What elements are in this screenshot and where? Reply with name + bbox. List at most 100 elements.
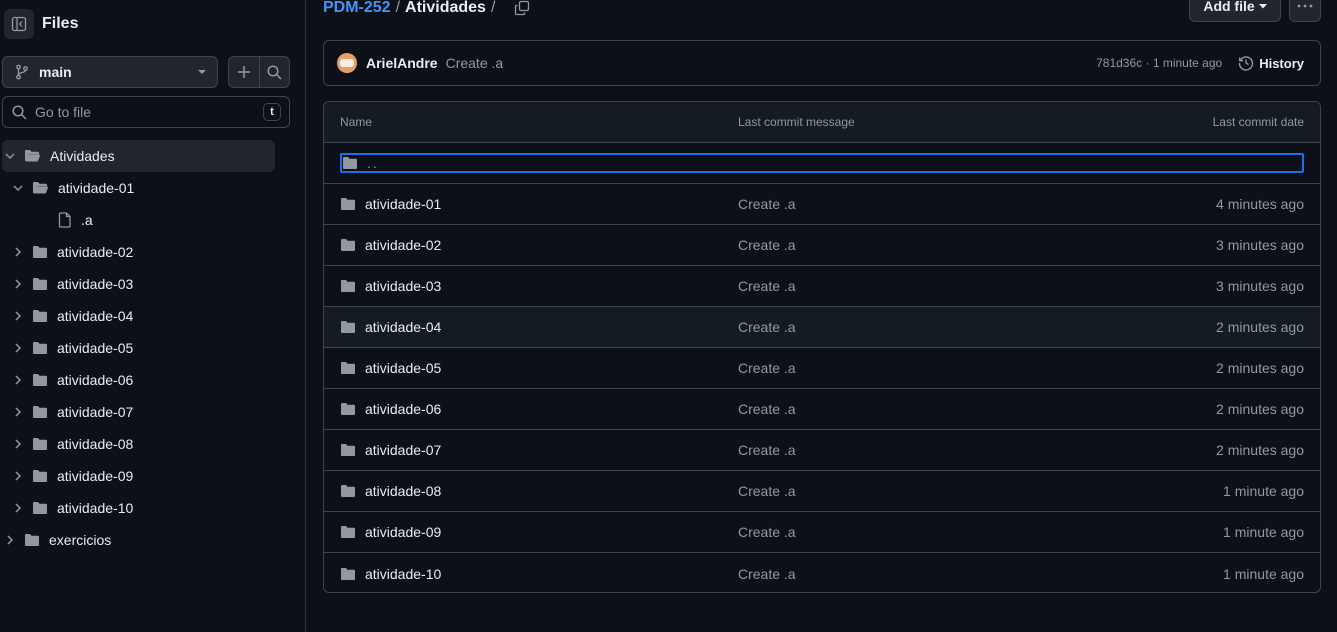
breadcrumb-separator: / [395, 0, 401, 16]
commit-message-link[interactable]: Create .a [738, 319, 1216, 335]
commit-message-link[interactable]: Create .a [738, 566, 1223, 582]
add-file-button[interactable]: Add file [1189, 0, 1281, 22]
commit-message-link[interactable]: Create .a [738, 483, 1223, 499]
tree-folder-item[interactable]: atividade-01 [0, 172, 306, 204]
directory-link[interactable]: atividade-06 [365, 401, 441, 417]
chevron-right-icon[interactable] [2, 535, 18, 545]
commit-message-link[interactable]: Create .a [738, 196, 1216, 212]
tree-folder-item[interactable]: Atividades [2, 140, 275, 172]
tree-folder-item[interactable]: atividade-10 [0, 492, 306, 524]
tree-item-label: exercicios [49, 532, 112, 548]
search-code-button[interactable] [260, 57, 290, 87]
table-row[interactable]: atividade-02 Create .a 3 minutes ago [324, 225, 1320, 266]
folder-icon [340, 238, 356, 252]
chevron-right-icon[interactable] [10, 343, 26, 353]
chevron-down-icon[interactable] [2, 152, 18, 160]
tree-item-label: .a [81, 212, 93, 228]
chevron-right-icon[interactable] [10, 279, 26, 289]
directory-link[interactable]: atividade-03 [365, 278, 441, 294]
table-header: Name Last commit message Last commit dat… [324, 102, 1320, 143]
commit-message-link[interactable]: Create .a [738, 524, 1223, 540]
directory-link[interactable]: atividade-07 [365, 442, 441, 458]
tree-item-label: atividade-08 [57, 436, 134, 452]
table-row[interactable]: atividade-07 Create .a 2 minutes ago [324, 430, 1320, 471]
tree-folder-item[interactable]: atividade-09 [0, 460, 306, 492]
tree-folder-item[interactable]: atividade-07 [0, 396, 306, 428]
chevron-right-icon[interactable] [10, 375, 26, 385]
sidebar-title: Files [42, 15, 79, 32]
branch-selector-button[interactable]: main [2, 56, 218, 88]
plus-icon [237, 65, 251, 79]
history-label: History [1259, 55, 1304, 71]
add-file-plus-button[interactable] [229, 57, 260, 87]
copy-path-button[interactable] [514, 0, 530, 16]
commit-message-link[interactable]: Create .a [738, 442, 1216, 458]
chevron-down-icon[interactable] [10, 184, 26, 192]
tree-folder-item[interactable]: atividade-06 [0, 364, 306, 396]
table-row[interactable]: atividade-04 Create .a 2 minutes ago [324, 307, 1320, 348]
go-to-file-input[interactable]: Go to file t [2, 96, 290, 128]
folder-icon [340, 279, 356, 293]
folder-icon [32, 469, 48, 483]
commit-author-link[interactable]: ArielAndre [366, 55, 438, 71]
directory-link[interactable]: atividade-04 [365, 319, 441, 335]
commit-message-link[interactable]: Create .a [446, 55, 1097, 71]
file-name-cell: atividade-09 [340, 524, 738, 540]
commit-meta[interactable]: 781d36c · 1 minute ago [1096, 56, 1222, 70]
file-rows: atividade-01 Create .a 4 minutes ago ativid… [324, 184, 1320, 592]
file-name-cell: atividade-10 [340, 566, 738, 582]
sidebar-actions [228, 56, 290, 88]
directory-link[interactable]: atividade-09 [365, 524, 441, 540]
tree-item-label: atividade-07 [57, 404, 134, 420]
file-name-cell: atividade-06 [340, 401, 738, 417]
table-row[interactable]: atividade-03 Create .a 3 minutes ago [324, 266, 1320, 307]
folder-icon [340, 402, 356, 416]
tree-folder-item[interactable]: atividade-05 [0, 332, 306, 364]
search-icon [267, 64, 282, 80]
directory-link[interactable]: atividade-02 [365, 237, 441, 253]
table-row[interactable]: atividade-06 Create .a 2 minutes ago [324, 389, 1320, 430]
tree-folder-item[interactable]: atividade-03 [0, 268, 306, 300]
sidebar-collapse-icon [11, 16, 27, 32]
table-row[interactable]: atividade-08 Create .a 1 minute ago [324, 471, 1320, 512]
tree-file-item[interactable]: .a [0, 204, 306, 236]
file-icon [58, 212, 72, 228]
keyboard-shortcut-hint: t [263, 103, 281, 121]
table-row[interactable]: atividade-09 Create .a 1 minute ago [324, 512, 1320, 553]
avatar[interactable] [337, 53, 357, 73]
history-button[interactable]: History [1238, 55, 1304, 71]
go-to-file-placeholder: Go to file [35, 104, 92, 120]
history-icon [1238, 55, 1254, 71]
chevron-right-icon[interactable] [10, 407, 26, 417]
breadcrumb-repo-link[interactable]: PDM-252 [323, 0, 391, 17]
parent-directory-row[interactable]: .. [324, 143, 1320, 184]
chevron-right-icon[interactable] [10, 439, 26, 449]
commit-message-link[interactable]: Create .a [738, 237, 1216, 253]
table-row[interactable]: atividade-05 Create .a 2 minutes ago [324, 348, 1320, 389]
tree-folder-item[interactable]: atividade-04 [0, 300, 306, 332]
chevron-right-icon[interactable] [10, 503, 26, 513]
directory-link[interactable]: atividade-08 [365, 483, 441, 499]
directory-link[interactable]: atividade-01 [365, 196, 441, 212]
chevron-right-icon[interactable] [10, 471, 26, 481]
search-icon [12, 104, 27, 120]
tree-item-label: atividade-05 [57, 340, 134, 356]
tree-item-label: atividade-02 [57, 244, 134, 260]
directory-link[interactable]: atividade-05 [365, 360, 441, 376]
more-options-button[interactable] [1289, 0, 1321, 22]
tree-folder-item[interactable]: atividade-02 [0, 236, 306, 268]
commit-message-link[interactable]: Create .a [738, 360, 1216, 376]
directory-link[interactable]: atividade-10 [365, 566, 441, 582]
tree-folder-item[interactable]: exercicios [0, 524, 306, 556]
commit-message-link[interactable]: Create .a [738, 278, 1216, 294]
table-row[interactable]: atividade-01 Create .a 4 minutes ago [324, 184, 1320, 225]
folder-icon [340, 525, 356, 539]
tree-folder-item[interactable]: atividade-08 [0, 428, 306, 460]
table-row[interactable]: atividade-10 Create .a 1 minute ago [324, 553, 1320, 592]
chevron-right-icon[interactable] [10, 311, 26, 321]
parent-directory-link[interactable]: .. [340, 153, 1304, 173]
folder-icon [32, 245, 48, 259]
collapse-sidebar-button[interactable] [4, 9, 34, 39]
commit-message-link[interactable]: Create .a [738, 401, 1216, 417]
chevron-right-icon[interactable] [10, 247, 26, 257]
